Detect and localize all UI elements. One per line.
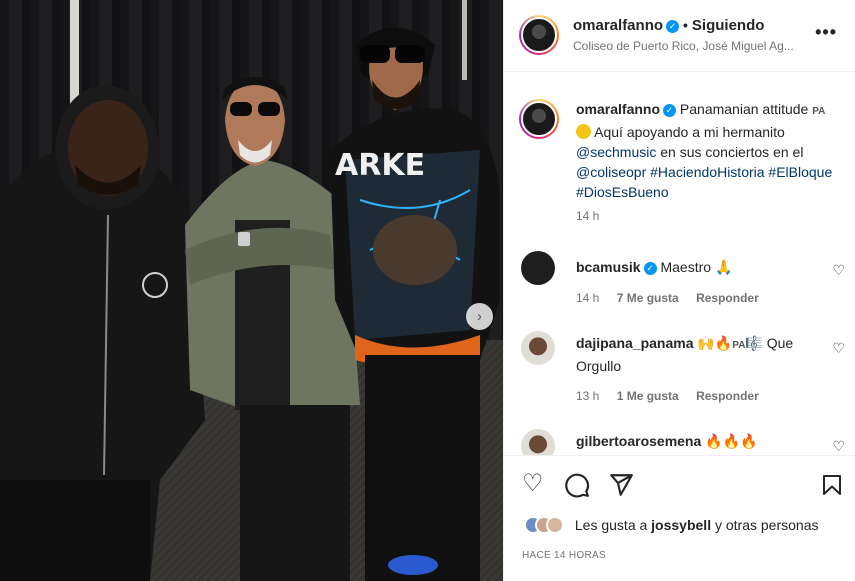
comment-time: 13 h xyxy=(576,389,600,403)
heart-icon[interactable]: ♡ xyxy=(522,472,544,496)
verified-icon: ✓ xyxy=(663,104,677,117)
verified-icon: ✓ xyxy=(643,262,657,275)
reply-button[interactable]: Responder xyxy=(696,389,759,403)
next-photo-button[interactable]: › xyxy=(466,303,493,330)
author-line: omaralfanno ✓ • Siguiendo xyxy=(573,17,764,34)
comment-body: Maestro 🙏 xyxy=(660,259,733,275)
hashtags-line-1[interactable]: #HaciendoHistoria #ElBloque xyxy=(650,164,832,180)
comment-likes[interactable]: 7 Me gusta xyxy=(617,291,679,305)
more-options-icon[interactable]: ••• xyxy=(815,22,837,43)
caption-line-2: Aquí apoyando a mi hermanito xyxy=(594,124,785,140)
post-actions: ♡ Les gusta a jossybell y otras personas… xyxy=(504,455,855,581)
like-comment-heart-icon[interactable]: ♡ xyxy=(832,340,845,357)
follow-status-button[interactable]: Siguiendo xyxy=(692,17,765,34)
commenter-avatar[interactable] xyxy=(521,331,555,365)
comment-text: dajipana_panama 🙌🔥PA🎼 Que Orgullo xyxy=(576,333,816,376)
comment-body: 🔥🔥🔥 xyxy=(705,433,758,449)
author-avatar[interactable] xyxy=(519,15,559,55)
share-icon[interactable] xyxy=(608,472,634,503)
likes-summary: Les gusta a jossybell y otras personas xyxy=(524,516,818,534)
flag-icon-panama: PA xyxy=(732,340,746,351)
hashtag-diosesbueno[interactable]: #DiosEsBueno xyxy=(576,184,669,200)
sunglasses-emoji-icon xyxy=(576,124,591,139)
comment-username[interactable]: dajipana_panama xyxy=(576,335,694,351)
caption-avatar[interactable] xyxy=(519,99,559,139)
caption-line-3: en sus conciertos en el xyxy=(660,144,804,160)
post-header: omaralfanno ✓ • Siguiendo Coliseo de Puerto… xyxy=(504,0,855,72)
people-illustration: ARKE xyxy=(0,27,500,581)
post-photo: ARKE › xyxy=(0,0,503,581)
comment-emoji: 🙌🔥 xyxy=(697,335,733,351)
flag-icon-panama: PA xyxy=(812,106,826,117)
caption-username[interactable]: omaralfanno xyxy=(576,101,660,117)
comment-text: bcamusik ✓ Maestro 🙏 xyxy=(576,257,816,277)
post-timestamp: HACE 14 HORAS xyxy=(522,550,606,561)
likes-suffix[interactable]: y otras personas xyxy=(715,517,819,533)
post-location[interactable]: Coliseo de Puerto Rico, José Miguel Ag..… xyxy=(573,39,813,53)
comment-icon[interactable] xyxy=(564,472,590,503)
bookmark-icon[interactable] xyxy=(820,472,844,503)
like-comment-heart-icon[interactable]: ♡ xyxy=(832,262,845,279)
comment-body: 🎼 Que xyxy=(745,335,794,351)
reply-button[interactable]: Responder xyxy=(696,291,759,305)
commenter-avatar[interactable] xyxy=(521,251,555,285)
comment-body-line-2: Orgullo xyxy=(576,358,622,374)
caption-line-1: Panamanian attitude xyxy=(679,101,809,117)
comment-meta: 13 h 1 Me gusta Responder xyxy=(576,389,773,403)
comment-username[interactable]: gilbertoarosemena xyxy=(576,433,701,449)
comment-likes[interactable]: 1 Me gusta xyxy=(617,389,679,403)
person-left xyxy=(0,85,205,581)
caption-time: 14 h xyxy=(576,209,600,223)
comment-username[interactable]: bcamusik xyxy=(576,259,641,275)
liker-username[interactable]: jossybell xyxy=(651,517,711,533)
comment-meta: 14 h 7 Me gusta Responder xyxy=(576,291,773,305)
mention-sechmusic[interactable]: @sechmusic xyxy=(576,144,656,160)
like-comment-heart-icon[interactable]: ♡ xyxy=(832,438,845,455)
verified-icon: ✓ xyxy=(666,20,680,33)
mention-coliseopr[interactable]: @coliseopr xyxy=(576,164,646,180)
caption-text: omaralfanno ✓ Panamanian attitude PA Aquí… xyxy=(576,99,851,202)
comment-time: 14 h xyxy=(576,291,600,305)
author-username[interactable]: omaralfanno xyxy=(573,17,663,34)
likes-prefix: Les gusta a xyxy=(574,517,648,533)
comments-section: omaralfanno ✓ Panamanian attitude PA Aquí… xyxy=(504,73,855,455)
svg-text:ARKE: ARKE xyxy=(335,148,425,183)
post-side-panel: omaralfanno ✓ • Siguiendo Coliseo de Puerto… xyxy=(503,0,855,581)
separator-dot: • xyxy=(683,17,688,33)
liker-avatar xyxy=(546,516,564,534)
commenter-avatar[interactable] xyxy=(521,429,555,455)
comment-text: gilbertoarosemena 🔥🔥🔥 xyxy=(576,431,816,451)
